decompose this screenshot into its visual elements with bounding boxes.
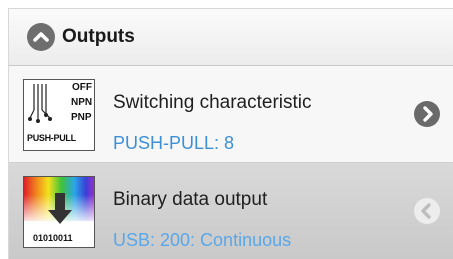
chevron-right-icon[interactable] (414, 101, 440, 127)
chevron-left-icon[interactable] (414, 198, 440, 224)
outputs-header[interactable]: Outputs (9, 9, 453, 66)
icon-label-push-pull: PUSH-PULL (27, 133, 76, 143)
row-name: Switching characteristic (113, 92, 312, 113)
switching-characteristic-row[interactable]: OFF NPN PNP PUSH-PULL Switching characte… (9, 66, 453, 163)
icon-label-pnp: PNP (71, 112, 92, 123)
outputs-panel: Outputs OFF NPN PNP PUSH-PULL Switching … (8, 8, 453, 259)
icon-label-off: OFF (72, 82, 92, 93)
row-name: Binary data output (113, 189, 268, 210)
binary-data-icon: 01010011 (23, 176, 95, 248)
binary-data-output-row[interactable]: 01010011 Binary data output USB: 200: Co… (9, 163, 453, 259)
row-value: USB: 200: Continuous (113, 230, 292, 250)
row-value: PUSH-PULL: 8 (113, 133, 235, 153)
chevron-up-icon[interactable] (27, 23, 55, 51)
switching-output-icon: OFF NPN PNP PUSH-PULL (23, 79, 95, 151)
icon-label-binary: 01010011 (33, 233, 73, 243)
section-title: Outputs (62, 26, 135, 47)
icon-label-npn: NPN (71, 97, 93, 108)
